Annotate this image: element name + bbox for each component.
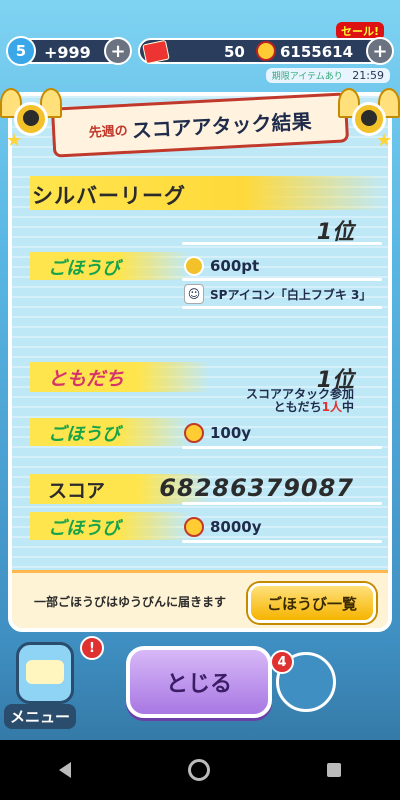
score-label: スコア xyxy=(48,480,106,502)
menu-notification-badge: ! xyxy=(80,636,104,660)
add-money-button[interactable]: + xyxy=(366,37,394,65)
league-reward-item-name: SPアイコン「白上フブキ 3」 xyxy=(210,287,372,302)
close-button[interactable]: とじる xyxy=(126,646,272,718)
menu-character-face xyxy=(26,660,64,684)
divider xyxy=(182,446,382,449)
money-value: 6155614 xyxy=(280,43,354,61)
timer-label: 期限アイテムあり xyxy=(271,72,343,82)
star-icon: ★ xyxy=(6,130,23,151)
page-title: スコアアタック結果 xyxy=(131,108,313,143)
score-reward: 8000y xyxy=(184,517,262,537)
friends-reward-label: ごほうび xyxy=(48,424,120,445)
stamina-counter: 5 +999 + xyxy=(6,36,132,66)
divider xyxy=(182,540,382,543)
sp-icon-thumbnail-icon: ☺ xyxy=(184,284,204,304)
friends-reward-value: 100y xyxy=(210,424,252,442)
score-value: 68286379087 xyxy=(159,474,354,502)
score-reward-label: ごほうび xyxy=(48,518,120,539)
yen-coin-icon xyxy=(184,423,204,443)
friends-reward: 100y xyxy=(184,423,251,443)
side-feature-badge: 4 xyxy=(270,650,294,674)
friends-note-b: 中 xyxy=(341,400,354,414)
yen-coin-icon xyxy=(184,517,204,537)
hearts-value: +999 xyxy=(44,43,91,62)
recent-apps-icon[interactable] xyxy=(327,763,342,777)
league-reward-item: ☺ SPアイコン「白上フブキ 3」 xyxy=(184,284,371,304)
mail-notice: 一部ごほうびはゆうびんに届きます xyxy=(34,595,227,609)
score-reward-value: 8000y xyxy=(210,518,262,536)
status-bar: 5 +999 + セール! 50 6155614 + 期限アイテムあり 21:5… xyxy=(0,0,400,92)
stamina-badge: 5 xyxy=(6,36,36,66)
friends-label: ともだち xyxy=(48,368,125,390)
item-timer: 期限アイテムあり 21:59 xyxy=(265,68,390,83)
back-icon[interactable] xyxy=(58,762,71,778)
ticket-count: 50 xyxy=(224,43,245,61)
currency-counter: 50 6155614 + xyxy=(138,37,394,65)
medal-icon xyxy=(184,256,204,276)
coin-icon xyxy=(256,41,276,61)
results-panel: シルバーリーグ 1位 ごほうび 600pt ☺ SPアイコン「白上フブキ 3」 … xyxy=(8,92,392,632)
friends-note: スコアアタック参加 ともだち1人中 xyxy=(246,388,354,414)
system-nav-bar xyxy=(0,740,400,800)
divider xyxy=(182,278,382,281)
league-reward-points: 600pt xyxy=(184,256,259,276)
timer-value: 21:59 xyxy=(352,69,384,82)
mascot-eye xyxy=(23,110,39,126)
league-reward-label: ごほうび xyxy=(48,258,120,279)
reward-list-button[interactable]: ごほうび一覧 xyxy=(248,583,376,623)
divider xyxy=(182,242,382,245)
ticket-icon xyxy=(142,39,170,65)
league-reward-points-value: 600pt xyxy=(210,257,260,275)
league-name: シルバーリーグ xyxy=(32,184,186,208)
friends-note-line2: ともだち1人中 xyxy=(246,401,354,414)
mascot-eye xyxy=(361,110,377,126)
home-icon[interactable] xyxy=(187,759,210,781)
title-prefix: 先週の xyxy=(88,123,129,141)
star-icon: ★ xyxy=(376,130,393,151)
friends-count: 1人 xyxy=(321,400,342,414)
divider xyxy=(182,306,382,309)
panel-footer: 一部ごほうびはゆうびんに届きます ごほうび一覧 xyxy=(12,570,388,628)
friends-note-a: ともだち xyxy=(273,400,322,414)
divider xyxy=(182,502,382,505)
add-hearts-button[interactable]: + xyxy=(104,37,132,65)
menu-label: メニュー xyxy=(4,704,77,729)
